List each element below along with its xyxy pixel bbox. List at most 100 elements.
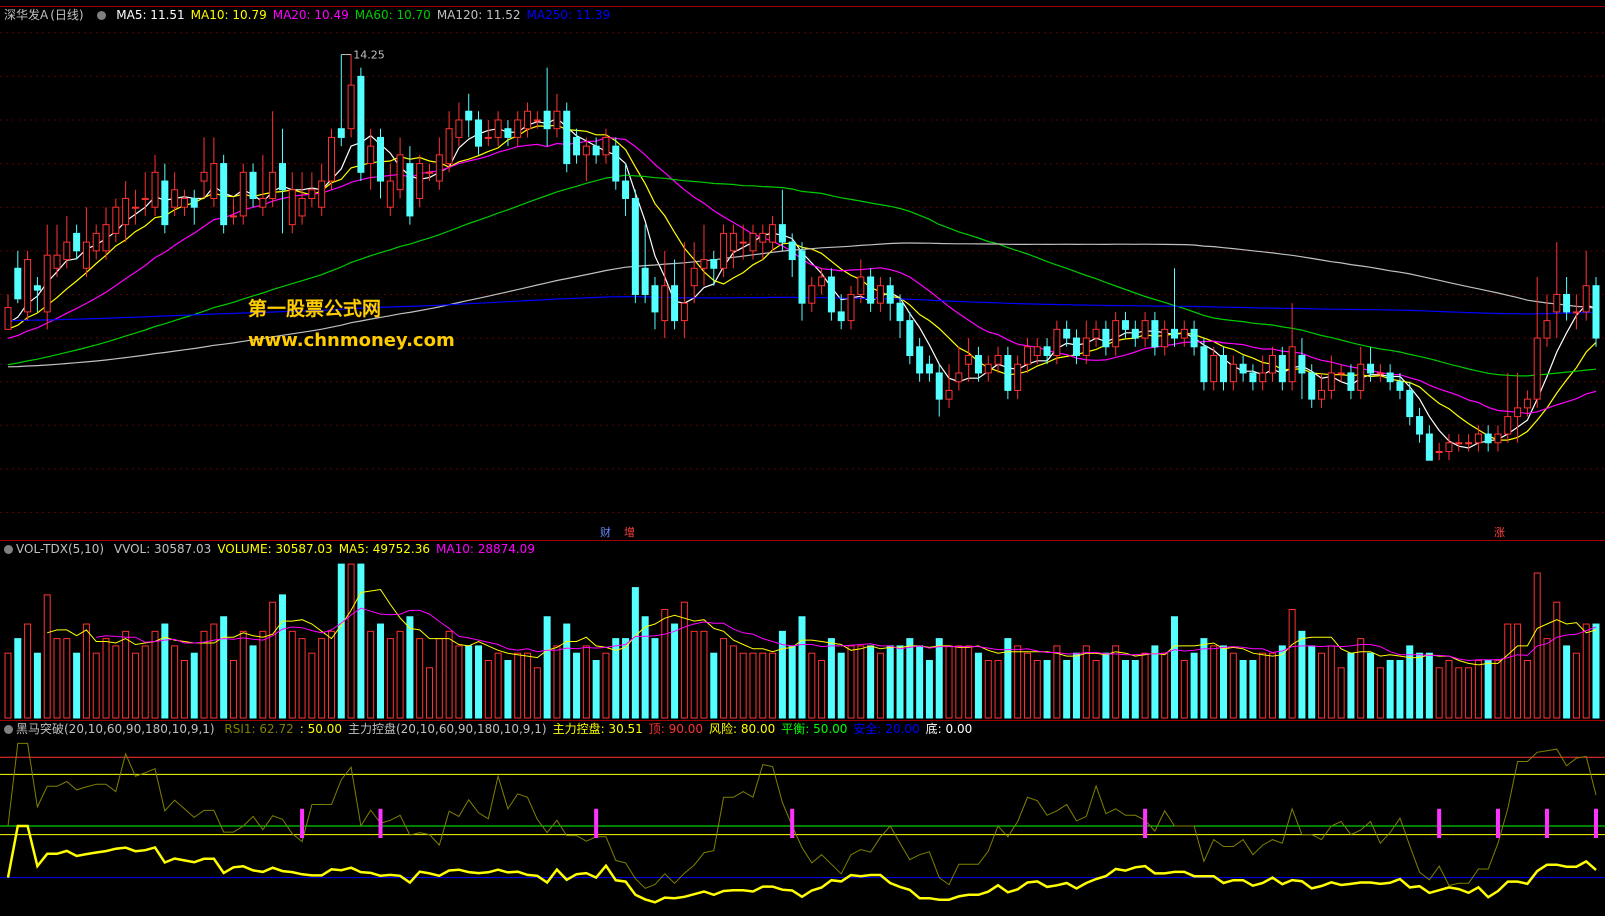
- ind-label-5: 风险: 80.00: [709, 722, 776, 736]
- candle-body: [1533, 337, 1541, 400]
- candle-body: [1347, 372, 1355, 391]
- ma-label-2: MA20: 10.49: [272, 8, 349, 22]
- candle-body: [1308, 372, 1316, 400]
- ind-label-4: 顶: 90.00: [648, 722, 704, 736]
- volume-bar: [945, 645, 953, 719]
- volume-bar: [1102, 652, 1110, 719]
- candle-body: [1376, 372, 1384, 375]
- candle-body: [141, 197, 149, 200]
- ind-indicator-name[interactable]: 黑马突破(20,10,60,90,180,10,9,1): [16, 722, 215, 736]
- candle-body: [220, 163, 228, 226]
- volume-bar: [14, 638, 22, 719]
- candle-body: [1259, 372, 1267, 383]
- candle-body: [1318, 389, 1326, 400]
- volume-bar: [1523, 659, 1531, 719]
- volume-bar: [416, 638, 424, 719]
- candle-body: [1112, 320, 1120, 348]
- candle-body: [73, 232, 81, 252]
- ind-label-8: 底: 0.00: [925, 722, 973, 736]
- volume-bar: [1416, 652, 1424, 719]
- volume-bar: [1014, 645, 1022, 719]
- candle-body: [1200, 346, 1208, 383]
- volume-bar: [396, 630, 404, 719]
- candle-body: [1092, 328, 1100, 339]
- marker-cai[interactable]: 财: [600, 525, 611, 541]
- volume-bar: [1543, 638, 1551, 719]
- marker-zeng[interactable]: 增: [624, 525, 635, 541]
- candle-body: [318, 180, 326, 208]
- candle-body: [1220, 355, 1228, 383]
- candle-body: [1514, 407, 1522, 418]
- watermark-line2: www.chnmoney.com: [248, 330, 455, 351]
- volume-bar: [1259, 652, 1267, 719]
- candle-body: [112, 206, 120, 234]
- candle-body: [416, 163, 424, 199]
- settings-dot-icon[interactable]: [97, 11, 107, 20]
- volume-bar: [1504, 623, 1512, 719]
- candle-body: [896, 302, 904, 322]
- marker-zhang[interactable]: 涨: [1494, 525, 1505, 541]
- volume-bar: [582, 645, 590, 719]
- volume-bar: [92, 652, 100, 719]
- volume-bar: [955, 645, 963, 719]
- candle-body: [33, 285, 41, 291]
- candle-body: [308, 189, 316, 199]
- candle-body: [122, 197, 130, 226]
- volume-bar: [1092, 659, 1100, 719]
- stock-title: 深华发A (日线): [4, 8, 90, 22]
- candle-body: [739, 241, 747, 244]
- candle-body: [965, 355, 973, 365]
- settings-dot-icon[interactable]: [4, 545, 13, 554]
- candle-body: [818, 276, 826, 287]
- ind-label-3: 主力控盘: 30.51: [552, 722, 643, 736]
- candle-body: [1053, 328, 1061, 357]
- candle-body: [475, 119, 483, 147]
- volume-bar: [837, 652, 845, 719]
- volume-bar: [759, 652, 767, 719]
- volume-bar: [1367, 652, 1375, 719]
- signal-stick: [300, 808, 305, 839]
- volume-bar: [82, 623, 90, 719]
- signal-stick: [1544, 808, 1549, 839]
- candle-body: [210, 163, 218, 199]
- candle-body: [82, 241, 90, 269]
- volume-bar: [935, 638, 943, 719]
- volume-bar: [200, 630, 208, 719]
- signal-stick: [1495, 808, 1500, 839]
- candle-body: [249, 171, 257, 199]
- candle-body: [1465, 442, 1473, 445]
- volume-bar: [1180, 659, 1188, 719]
- vol-label-1: VOLUME: 30587.03: [217, 542, 333, 556]
- volume-bar: [1200, 638, 1208, 719]
- candle-body: [700, 259, 708, 269]
- price-annotation-label: 14.25: [353, 49, 385, 62]
- candle-body: [827, 276, 835, 313]
- volume-bar: [288, 630, 296, 719]
- volume-bar: [63, 638, 71, 719]
- ma-label-4: MA120: 11.52: [436, 8, 521, 22]
- vol-label-2: MA5: 49752.36: [338, 542, 430, 556]
- candle-body: [906, 320, 914, 357]
- vol-header: VOL-TDX(5,10) VVOL: 30587.03 VOLUME: 3058…: [4, 541, 547, 557]
- candle-body: [43, 254, 51, 313]
- candle-body: [788, 241, 796, 261]
- volume-bar: [1151, 645, 1159, 719]
- candle-body: [1121, 320, 1129, 330]
- signal-stick: [1437, 808, 1442, 839]
- settings-dot-icon[interactable]: [4, 725, 13, 734]
- candle-body: [592, 145, 600, 156]
- stock-chart[interactable]: 14.259.60: [0, 0, 1605, 916]
- candle-body: [376, 136, 384, 182]
- volume-bar: [1161, 652, 1169, 719]
- candle-body: [426, 171, 434, 174]
- volume-bar: [965, 645, 973, 719]
- vol-indicator-name[interactable]: VOL-TDX(5,10): [16, 542, 104, 556]
- volume-bar: [1484, 659, 1492, 719]
- volume-bar: [1210, 645, 1218, 719]
- volume-bar: [1023, 652, 1031, 719]
- candle-body: [53, 254, 61, 269]
- volume-bar: [259, 630, 267, 719]
- candle-body: [553, 110, 561, 130]
- candle-body: [1043, 346, 1051, 357]
- volume-bar: [514, 652, 522, 719]
